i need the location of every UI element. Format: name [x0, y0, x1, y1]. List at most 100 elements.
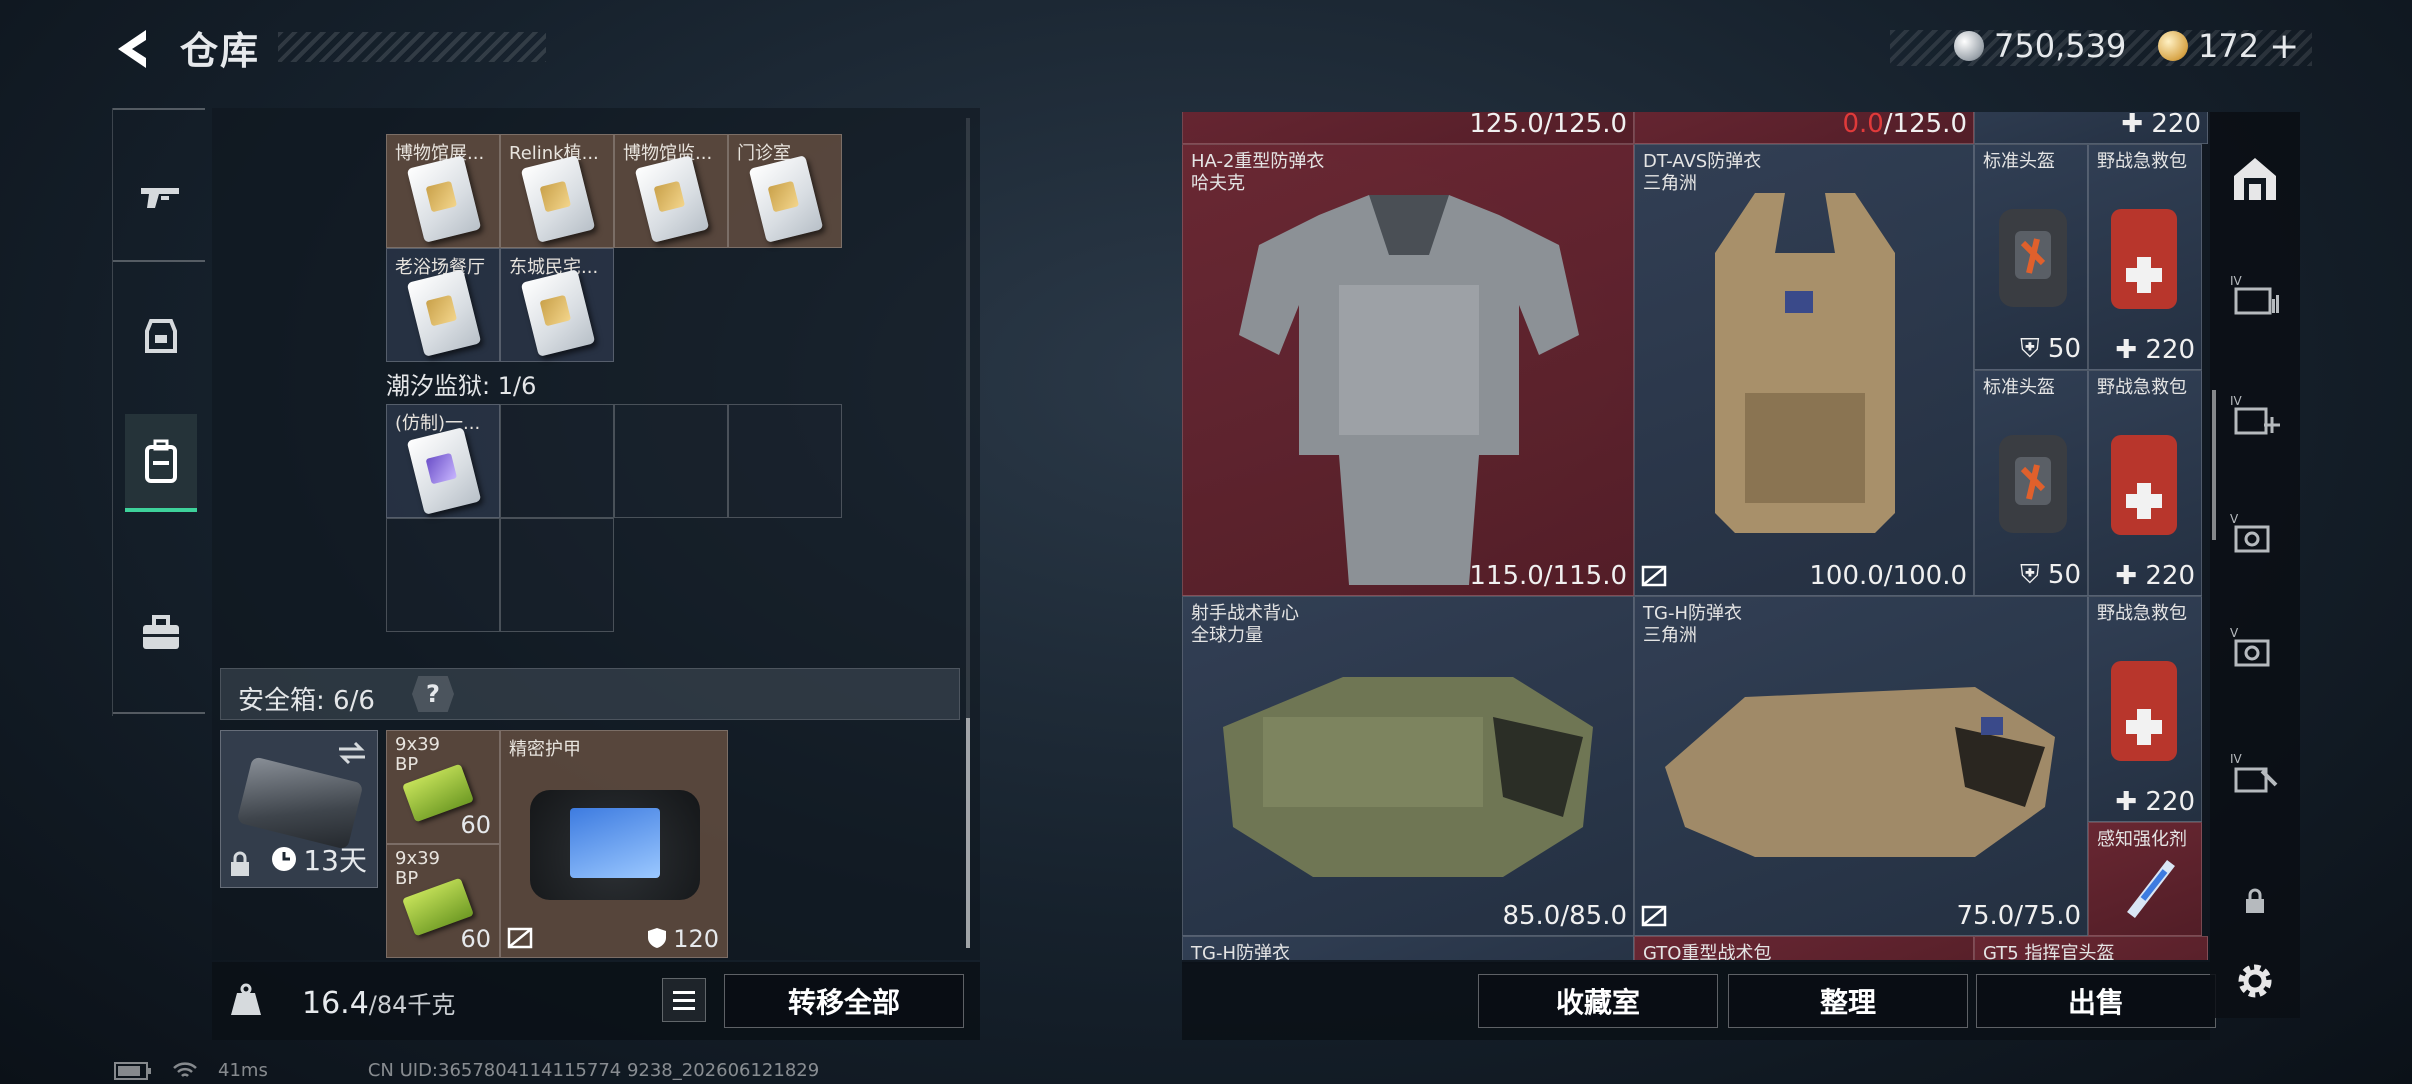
gold-add-button[interactable]: + — [2269, 26, 2299, 67]
svg-text:V: V — [2230, 626, 2239, 640]
key-card-item[interactable]: 东城民宅... — [500, 248, 614, 362]
nav-gear[interactable] — [125, 288, 197, 386]
gold-currency[interactable]: 172 + — [2158, 26, 2299, 67]
nav-weapon[interactable] — [125, 148, 197, 246]
stash-item-partial[interactable]: 0.0/125.0 — [1634, 112, 1974, 144]
empty-slot[interactable] — [728, 404, 842, 518]
no-insure-icon — [1641, 905, 1667, 927]
safe-box-timer: 13天 — [271, 839, 367, 879]
uid-text: CN UID:3657804114115774 9238_20260612182… — [367, 1060, 820, 1081]
key-card-item[interactable]: Relink植... — [500, 134, 614, 248]
safe-box-case[interactable]: 13天 — [220, 730, 378, 888]
dock-page-v-2[interactable]: V — [2222, 614, 2288, 680]
durability-value: 220 — [2145, 787, 2195, 817]
status-bar: 41ms CN UID:3657804114115774 9238_202606… — [114, 1060, 819, 1081]
nav-divider — [113, 108, 205, 110]
dock-page-iv-3[interactable]: IV — [2222, 740, 2288, 806]
dock-scroll-thumb[interactable] — [2212, 390, 2216, 540]
stash-item-armor[interactable]: DT-AVS防弹衣 三角洲 100.0/100.0 — [1634, 144, 1974, 596]
empty-slot[interactable] — [500, 404, 614, 518]
stash-item-partial[interactable]: ✚ 220 — [1974, 112, 2208, 144]
stash-item-medkit[interactable]: 野战急救包 ✚ 220 — [2088, 596, 2202, 822]
stash-item-partial[interactable]: TG-H防弹衣 — [1182, 936, 1634, 960]
item-label: 精密护甲 — [509, 739, 581, 760]
item-name: 野战急救包 — [2097, 377, 2187, 398]
key-card-item[interactable]: 老浴场餐厅 — [386, 248, 500, 362]
back-button[interactable] — [112, 26, 158, 72]
key-card-item[interactable]: (仿制)一... — [386, 404, 500, 518]
item-durability: 100.0/100.0 — [1809, 561, 1967, 591]
dock-page-v-1[interactable]: V — [2222, 500, 2288, 566]
key-card-icon — [406, 269, 482, 357]
stash-item-partial[interactable]: GT5 指挥官头盔 — [1974, 936, 2208, 960]
key-card-item[interactable]: 博物馆展... — [386, 134, 500, 248]
safe-case-icon — [236, 756, 364, 850]
key-card-icon — [406, 427, 482, 515]
clock-icon — [272, 847, 297, 871]
durability-value: 50 — [2047, 334, 2081, 364]
stash-item-armor[interactable]: 射手战术背心 全球力量 85.0/85.0 — [1182, 596, 1634, 936]
page-title: 仓库 — [180, 29, 261, 73]
item-durability: ✚ 220 — [2115, 335, 2195, 365]
swap-icon[interactable] — [337, 741, 367, 765]
ammo-item[interactable]: 9x39 BP 60 — [386, 730, 500, 844]
item-durability: 115.0/115.0 — [1469, 561, 1627, 591]
transfer-all-button[interactable]: 转移全部 — [724, 974, 964, 1028]
svg-text:V: V — [2230, 512, 2239, 526]
empty-slot[interactable] — [386, 518, 500, 632]
weight-icon — [224, 978, 268, 1022]
nav-backpack[interactable] — [125, 414, 197, 512]
item-durability: 125.0/125.0 — [1469, 112, 1627, 139]
key-card-icon — [634, 155, 710, 243]
dock-home[interactable] — [2222, 146, 2288, 212]
empty-slot[interactable] — [500, 518, 614, 632]
stash-item-medkit[interactable]: 野战急救包 ✚ 220 — [2088, 370, 2202, 596]
list-view-button[interactable] — [662, 978, 706, 1022]
backpack-scroll-thumb[interactable] — [966, 718, 970, 948]
home-warehouse-icon — [2234, 158, 2276, 200]
stash-item-helmet[interactable]: 标准头盔 ⛨ 50 — [1974, 144, 2088, 370]
collection-room-button[interactable]: 收藏室 — [1478, 974, 1718, 1028]
stash-item-stim[interactable]: 感知强化剂 — [2088, 822, 2202, 936]
stash-item-partial[interactable]: 125.0/125.0 — [1182, 112, 1634, 144]
stash-item-armor[interactable]: TG-H防弹衣 三角洲 75.0/75.0 — [1634, 596, 2088, 936]
timer-text: 13天 — [303, 844, 367, 877]
toolbox-icon — [143, 615, 179, 649]
dock-locked-page[interactable] — [2222, 868, 2288, 934]
svg-text:IV: IV — [2230, 752, 2243, 766]
stash-item-medkit[interactable]: 野战急救包 ✚ 220 — [2088, 144, 2202, 370]
key-card-icon — [406, 155, 482, 243]
key-card-icon — [520, 155, 596, 243]
item-count: 120 — [673, 925, 719, 953]
svg-text:IV: IV — [2230, 394, 2243, 408]
stash-item-armor[interactable]: HA-2重型防弹衣 哈夫克 115.0/115.0 — [1182, 144, 1634, 596]
ammo-item[interactable]: 9x39 BP 60 — [386, 844, 500, 958]
item-count: 60 — [460, 811, 491, 839]
nav-toolbox[interactable] — [125, 584, 197, 682]
empty-slot[interactable] — [614, 404, 728, 518]
dock-page-iv-1[interactable]: IV — [2222, 262, 2288, 328]
helmet-icon — [145, 319, 177, 353]
stash-item-partial[interactable]: GTO重型战术包 — [1634, 936, 1974, 960]
help-button[interactable]: ? — [412, 676, 454, 712]
stash-item-helmet[interactable]: 标准头盔 ⛨ 50 — [1974, 370, 2088, 596]
dock-page-iv-2[interactable]: IV — [2222, 382, 2288, 448]
stash-page-v-icon: V — [2230, 626, 2270, 667]
key-card-icon — [520, 269, 596, 357]
durability-value: 220 — [2145, 561, 2195, 591]
key-card-item[interactable]: 博物馆监... — [614, 134, 728, 248]
durability-max: /125.0 — [1883, 112, 1967, 139]
medkit-icon — [2111, 435, 2177, 535]
item-count: 60 — [460, 925, 491, 953]
sell-button[interactable]: 出售 — [1976, 974, 2216, 1028]
stash-page-v-icon: V — [2230, 512, 2270, 553]
settings-button[interactable] — [2222, 948, 2288, 1014]
no-insure-icon — [1641, 565, 1667, 587]
ping-text: 41ms — [218, 1060, 268, 1081]
battery-icon — [114, 1061, 151, 1080]
key-card-item[interactable]: 门诊室 — [728, 134, 842, 248]
plate-carrier-icon — [1715, 193, 1895, 533]
sort-button[interactable]: 整理 — [1728, 974, 1968, 1028]
injector-icon — [2127, 859, 2175, 919]
silver-coin-icon — [1954, 31, 1984, 61]
